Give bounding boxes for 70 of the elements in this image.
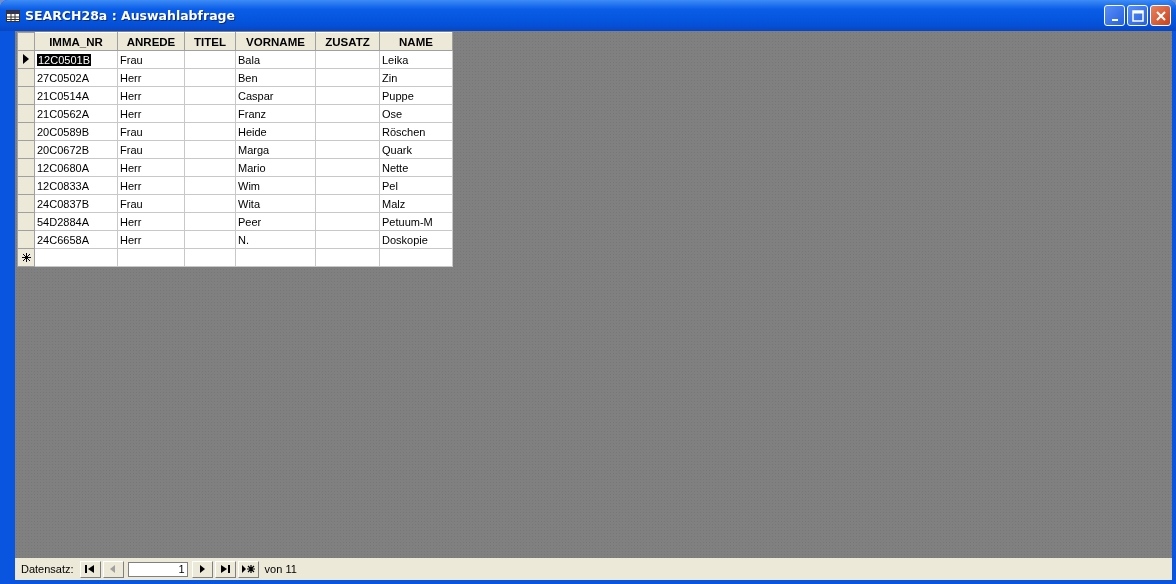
table-cell: Herr xyxy=(117,230,185,249)
column-header[interactable]: NAME xyxy=(379,32,453,51)
table-cell: Herr xyxy=(117,176,185,195)
table-cell: Bala xyxy=(235,50,316,69)
navigator-label: Datensatz: xyxy=(21,563,74,575)
record-count: von 11 xyxy=(264,563,297,575)
table-cell: Zin xyxy=(379,68,453,87)
table-cell: Doskopie xyxy=(379,230,453,249)
table-cell: 24C6658A xyxy=(34,230,118,249)
table-cell: 12C0680A xyxy=(34,158,118,177)
table-cell: Wita xyxy=(235,194,316,213)
table-cell: Frau xyxy=(117,140,185,159)
table-cell: Petuum-M xyxy=(379,212,453,231)
column-header[interactable]: VORNAME xyxy=(235,32,316,51)
table-cell: 27C0502A xyxy=(34,68,118,87)
selected-text: 12C0501B xyxy=(37,53,91,66)
maximize-icon xyxy=(1131,9,1144,22)
table-cell: Herr xyxy=(117,104,185,123)
column-header[interactable]: ANREDE xyxy=(117,32,185,51)
table-cell: Franz xyxy=(235,104,316,123)
table-cell: Herr xyxy=(117,86,185,105)
last-record-button[interactable] xyxy=(214,560,236,578)
table-cell: Quark xyxy=(379,140,453,159)
column-header[interactable]: ZUSATZ xyxy=(315,32,380,51)
table-cell: Malz xyxy=(379,194,453,213)
table-cell: 21C0514A xyxy=(34,86,118,105)
table-cell: 20C0589B xyxy=(34,122,118,141)
table-cell: Mario xyxy=(235,158,316,177)
new-record-icon xyxy=(241,564,256,574)
table-cell: 21C0562A xyxy=(34,104,118,123)
table-cell: Frau xyxy=(117,122,185,141)
table-cell: Wim xyxy=(235,176,316,195)
table-cell: Frau xyxy=(117,194,185,213)
window-title: SEARCH28a : Auswahlabfrage xyxy=(25,8,236,23)
table-cell: Röschen xyxy=(379,122,453,141)
table-cell: Heide xyxy=(235,122,316,141)
table-cell: Caspar xyxy=(235,86,316,105)
table-cell: Ose xyxy=(379,104,453,123)
table-cell: Peer xyxy=(235,212,316,231)
record-number-field[interactable]: 1 xyxy=(127,561,188,577)
column-header[interactable]: IMMA_NR xyxy=(34,32,118,51)
first-record-button[interactable] xyxy=(79,560,101,578)
column-header[interactable]: TITEL xyxy=(184,32,236,51)
next-record-button[interactable] xyxy=(191,560,213,578)
table-cell: Herr xyxy=(117,212,185,231)
table-cell: Herr xyxy=(117,158,185,177)
current-record-icon xyxy=(23,53,29,64)
table-cell: 12C0833A xyxy=(34,176,118,195)
table-cell: 24C0837B xyxy=(34,194,118,213)
table-cell: Herr xyxy=(117,68,185,87)
table-cell: Leika xyxy=(379,50,453,69)
new-record-icon xyxy=(21,252,31,262)
skip-end-icon xyxy=(218,564,233,574)
table-cell: Pel xyxy=(379,176,453,195)
table-cell: Puppe xyxy=(379,86,453,105)
minimize-icon xyxy=(1111,18,1118,21)
table-cell: Ben xyxy=(235,68,316,87)
close-button[interactable] xyxy=(1150,5,1171,26)
minimize-button[interactable] xyxy=(1104,5,1125,26)
table-cell: Frau xyxy=(117,50,185,69)
table-cell: N. xyxy=(235,230,316,249)
datasheet-icon xyxy=(6,9,20,22)
close-icon xyxy=(1154,9,1167,22)
table-cell: Nette xyxy=(379,158,453,177)
corner-cell[interactable] xyxy=(17,32,35,51)
table-cell: 54D2884A xyxy=(34,212,118,231)
table-cell: Marga xyxy=(235,140,316,159)
table-cell: 20C0672B xyxy=(34,140,118,159)
maximize-button[interactable] xyxy=(1127,5,1148,26)
new-record-button[interactable] xyxy=(237,560,259,578)
